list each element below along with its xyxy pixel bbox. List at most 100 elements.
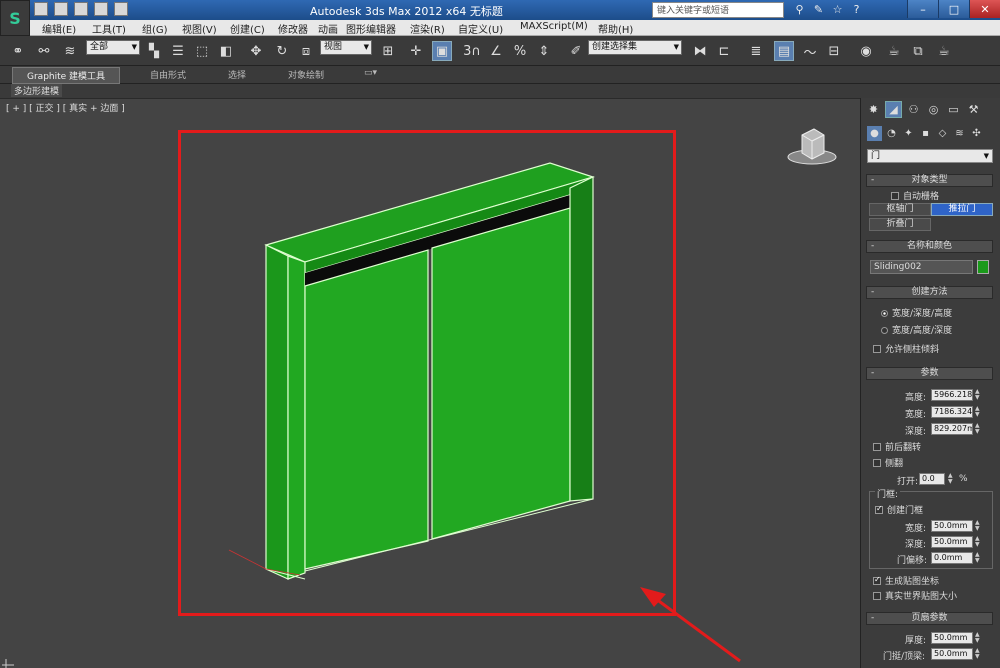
menu-tools[interactable]: 工具(T) (92, 21, 126, 36)
polygon-modeling-panel[interactable]: 多边形建模 (11, 84, 63, 97)
select-manipulate-icon[interactable]: ✛ (406, 41, 426, 61)
rotate-icon[interactable]: ↻ (272, 41, 292, 61)
menu-animation[interactable]: 动画 (318, 21, 338, 36)
help-icon[interactable]: ? (849, 2, 864, 17)
width-spinner[interactable]: 7186.324 (931, 406, 973, 418)
create-tab-icon[interactable]: ✸ (865, 101, 882, 118)
align-icon[interactable]: ⊏ (714, 41, 734, 61)
door-offset-arrows[interactable]: ▲ ▼ (975, 552, 982, 564)
thickness-spinner[interactable]: 50.0mm (931, 632, 973, 644)
cameras-icon[interactable]: ▪ (918, 126, 933, 141)
name-color-header[interactable]: 名称和颜色 (866, 240, 993, 253)
menu-customize[interactable]: 自定义(U) (458, 21, 503, 36)
stiles-arrows[interactable]: ▲ ▼ (975, 648, 982, 660)
close-button[interactable]: ✕ (969, 0, 1000, 18)
link-icon[interactable]: ⚭ (8, 41, 28, 61)
allow-side-tilt-checkbox[interactable]: 允许侧柱倾斜 (873, 342, 939, 355)
layer-manager-icon[interactable]: ≣ (746, 41, 766, 61)
undo-icon[interactable] (94, 2, 108, 16)
menu-view[interactable]: 视图(V) (182, 21, 217, 36)
new-file-icon[interactable] (34, 2, 48, 16)
menu-create[interactable]: 创建(C) (230, 21, 265, 36)
create-frame-checkbox[interactable]: 创建门框 (875, 503, 923, 516)
door-offset-spinner[interactable]: 0.0mm (931, 552, 973, 564)
parameters-header[interactable]: 参数 (866, 367, 993, 380)
frame-width-spinner[interactable]: 50.0mm (931, 520, 973, 532)
bind-spacewarp-icon[interactable]: ≋ (60, 41, 80, 61)
gen-mapping-checkbox[interactable]: 生成贴图坐标 (873, 574, 939, 587)
frame-depth-spinner[interactable]: 50.0mm (931, 536, 973, 548)
pivot-door-button[interactable]: 枢轴门 (869, 203, 931, 216)
utilities-tab-icon[interactable]: ⚒ (965, 101, 982, 118)
systems-icon[interactable]: ✣ (969, 126, 984, 141)
reference-coordinate-dropdown[interactable]: 视图 (320, 40, 372, 55)
selection-filter-dropdown[interactable]: 全部 (86, 40, 140, 55)
save-file-icon[interactable] (74, 2, 88, 16)
modify-tab-icon[interactable]: ◢ (885, 101, 902, 118)
bifold-door-button[interactable]: 折叠门 (869, 218, 931, 231)
motion-tab-icon[interactable]: ◎ (925, 101, 942, 118)
creation-method-header[interactable]: 创建方法 (866, 286, 993, 299)
frame-width-arrows[interactable]: ▲ ▼ (975, 520, 982, 532)
star-icon[interactable]: ☆ (830, 2, 845, 17)
maximize-button[interactable]: □ (938, 0, 969, 18)
helpers-icon[interactable]: ◇ (935, 126, 950, 141)
tab-object-paint[interactable]: 对象绘制 (288, 68, 324, 81)
binoculars-icon[interactable]: ⚲ (792, 2, 807, 17)
keyboard-shortcut-override-icon[interactable]: ▣ (432, 41, 452, 61)
open-spinner[interactable]: 0.0 (919, 473, 945, 485)
tab-graphite-modeling[interactable]: Graphite 建模工具 (12, 67, 121, 84)
wrench-icon[interactable]: ✎ (811, 2, 826, 17)
hierarchy-tab-icon[interactable]: ⚇ (905, 101, 922, 118)
named-selection-dropdown[interactable]: 创建选择集 (588, 40, 682, 55)
perspective-viewport[interactable]: [ + ] [ 正交 ] [ 真实 + 边面 ] (0, 98, 860, 668)
object-type-header[interactable]: 对象类型 (866, 174, 993, 187)
move-icon[interactable]: ✥ (246, 41, 266, 61)
menu-group[interactable]: 组(G) (142, 21, 168, 36)
geometry-icon[interactable]: ● (867, 126, 882, 141)
menu-edit[interactable]: 编辑(E) (42, 21, 76, 36)
sliding-door-button[interactable]: 推拉门 (931, 203, 993, 216)
graphite-toggle-icon[interactable]: ▤ (774, 41, 794, 61)
open-file-icon[interactable] (54, 2, 68, 16)
search-input[interactable]: 键入关键字或短语 (652, 2, 784, 18)
display-tab-icon[interactable]: ▭ (945, 101, 962, 118)
object-color-swatch[interactable] (977, 260, 989, 274)
redo-icon[interactable] (114, 2, 128, 16)
tab-freeform[interactable]: 自由形式 (150, 68, 186, 81)
method-option-2[interactable]: 宽度/高度/深度 (881, 323, 952, 336)
real-world-checkbox[interactable]: 真实世界贴图大小 (873, 589, 957, 602)
height-spinner[interactable]: 5966.218 (931, 389, 973, 401)
depth-spinner[interactable]: 829.207m (931, 423, 973, 435)
curve-editor-icon[interactable]: 〜 (800, 41, 820, 61)
stiles-spinner[interactable]: 50.0mm (931, 648, 973, 660)
unlink-icon[interactable]: ⚯ (34, 41, 54, 61)
render-production-icon[interactable]: ☕ (934, 41, 954, 61)
select-object-icon[interactable]: ▚ (144, 41, 164, 61)
lights-icon[interactable]: ✦ (901, 126, 916, 141)
depth-spinner-arrows[interactable]: ▲ ▼ (975, 423, 982, 435)
thickness-arrows[interactable]: ▲ ▼ (975, 632, 982, 644)
frame-depth-arrows[interactable]: ▲ ▼ (975, 536, 982, 548)
open-spinner-arrows[interactable]: ▲ ▼ (948, 473, 955, 485)
shapes-icon[interactable]: ◔ (884, 126, 899, 141)
flip-side-checkbox[interactable]: 侧翻 (873, 456, 903, 469)
width-spinner-arrows[interactable]: ▲ ▼ (975, 406, 982, 418)
object-category-dropdown[interactable]: 门 (867, 149, 993, 163)
menu-maxscript[interactable]: MAXScript(M) (520, 21, 588, 32)
object-name-field[interactable]: Sliding002 (870, 260, 973, 274)
render-setup-icon[interactable]: ☕ (884, 41, 904, 61)
spinner-snap-icon[interactable]: ⇕ (534, 41, 554, 61)
method-option-1[interactable]: 宽度/深度/高度 (881, 306, 952, 319)
menu-help[interactable]: 帮助(H) (598, 21, 633, 36)
height-spinner-arrows[interactable]: ▲ ▼ (975, 389, 982, 401)
ribbon-options-icon[interactable]: ▭▾ (364, 68, 377, 78)
angle-snap-icon[interactable]: ∠ (486, 41, 506, 61)
autogrid-checkbox[interactable]: 自动栅格 (891, 189, 939, 202)
schematic-view-icon[interactable]: ⊟ (824, 41, 844, 61)
material-editor-icon[interactable]: ◉ (856, 41, 876, 61)
menu-modifiers[interactable]: 修改器 (278, 21, 308, 36)
minimize-button[interactable]: – (907, 0, 938, 18)
rendered-frame-icon[interactable]: ⧉ (908, 41, 928, 61)
viewcube-icon[interactable] (784, 127, 840, 167)
